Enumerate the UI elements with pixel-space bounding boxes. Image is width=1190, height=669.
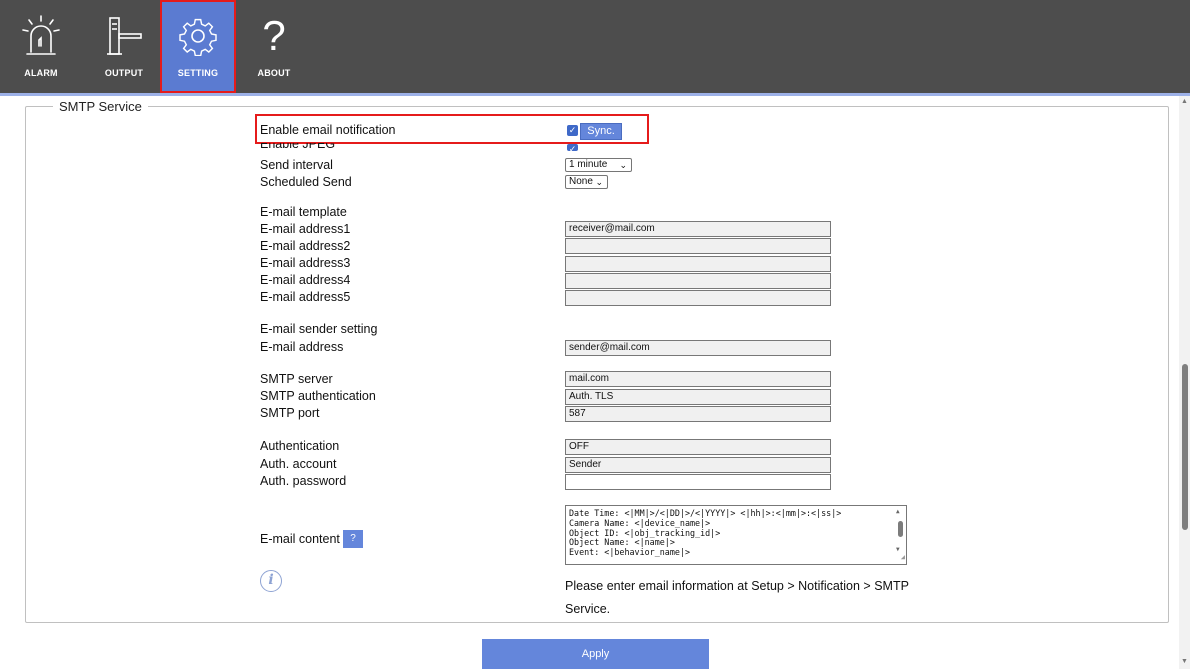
smtp-authentication-field[interactable]: Auth. TLS [565, 389, 831, 405]
resize-grip-icon[interactable]: ◢ [901, 553, 905, 563]
scheduled-send-select[interactable]: None ⌄ [565, 175, 608, 189]
email-address1-field[interactable]: receiver@mail.com [565, 221, 831, 237]
top-toolbar: ALARM OUTPUT SETTING ? ABOUT [0, 0, 1190, 93]
chevron-down-icon: ⌄ [595, 177, 603, 187]
section-legend: SMTP Service [59, 99, 142, 114]
email-address3-field[interactable] [565, 256, 831, 272]
email-content-label: E-mail content [260, 532, 340, 546]
smtp-port-label: SMTP port [260, 406, 320, 420]
nav-about-label: ABOUT [257, 68, 291, 78]
barrier-gate-icon [107, 17, 142, 55]
smtp-server-field[interactable]: mail.com [565, 371, 831, 387]
scroll-up-icon[interactable]: ▲ [1181, 98, 1188, 105]
nav-output-label: OUTPUT [104, 68, 144, 78]
enable-email-checkbox[interactable]: ✓ [567, 125, 578, 136]
email-address2-field[interactable] [565, 238, 831, 254]
authentication-field[interactable]: OFF [565, 439, 831, 455]
info-icon: i [260, 570, 282, 592]
info-text: Please enter email information at Setup … [565, 579, 909, 616]
enable-email-label: Enable email notification [260, 123, 396, 137]
auth-password-field[interactable] [565, 474, 831, 490]
email-address4-field[interactable] [565, 273, 831, 289]
toolbar-accent-line [0, 93, 1190, 96]
enable-jpeg-checkbox[interactable]: ✓ [567, 144, 578, 154]
scheduled-send-value: None [569, 176, 593, 187]
send-interval-select[interactable]: 1 minute ⌄ [565, 158, 632, 172]
auth-account-field[interactable]: Sender [565, 457, 831, 473]
scroll-up-icon[interactable]: ▲ [896, 507, 900, 517]
sender-address-field[interactable]: sender@mail.com [565, 340, 831, 356]
email-content-help-button[interactable]: ? [343, 530, 363, 548]
smtp-server-label: SMTP server [260, 372, 333, 386]
smtp-port-field[interactable]: 587 [565, 406, 831, 422]
sender-address-label: E-mail address [260, 340, 344, 354]
nav-output-button[interactable]: OUTPUT [86, 0, 162, 93]
authentication-label: Authentication [260, 439, 340, 453]
email-address2-label: E-mail address2 [260, 239, 351, 253]
email-template-heading: E-mail template [260, 205, 347, 219]
auth-account-label: Auth. account [260, 457, 337, 471]
nav-alarm-button[interactable]: ALARM [3, 0, 79, 93]
scroll-down-icon[interactable]: ▼ [1181, 658, 1188, 665]
nav-setting-label: SETTING [177, 68, 219, 78]
email-content-textarea[interactable]: Date Time: <|MM|>/<|DD|>/<|YYYY|> <|hh|>… [565, 505, 907, 565]
nav-about-button[interactable]: ? ABOUT [236, 0, 312, 93]
send-interval-value: 1 minute [569, 159, 608, 170]
chevron-down-icon: ⌄ [619, 160, 627, 170]
email-address5-label: E-mail address5 [260, 290, 351, 304]
scrollbar-thumb[interactable] [1182, 364, 1188, 530]
sync-button[interactable]: Sync. [580, 123, 622, 140]
apply-button[interactable]: Apply [482, 639, 709, 669]
question-mark-icon: ? [262, 12, 286, 59]
email-address3-label: E-mail address3 [260, 256, 351, 270]
email-address4-label: E-mail address4 [260, 273, 351, 287]
email-address5-field[interactable] [565, 290, 831, 306]
auth-password-label: Auth. password [260, 474, 347, 488]
nav-setting-button[interactable]: SETTING [160, 0, 236, 93]
nav-alarm-label: ALARM [24, 68, 58, 78]
scheduled-send-label: Scheduled Send [260, 175, 352, 189]
gear-icon [179, 18, 217, 56]
send-interval-label: Send interval [260, 158, 333, 172]
smtp-authentication-label: SMTP authentication [260, 389, 376, 403]
enable-jpeg-label: Enable JPEG [260, 143, 336, 151]
scroll-down-icon[interactable]: ▼ [896, 545, 900, 555]
email-address1-label: E-mail address1 [260, 222, 351, 236]
email-content-line: Event: <|behavior_name|> [569, 547, 691, 558]
alarm-light-icon [22, 15, 60, 55]
sender-setting-heading: E-mail sender setting [260, 322, 378, 336]
page-scrollbar[interactable]: ▲ ▼ [1179, 96, 1190, 669]
textarea-scrollbar-thumb[interactable] [898, 521, 903, 537]
